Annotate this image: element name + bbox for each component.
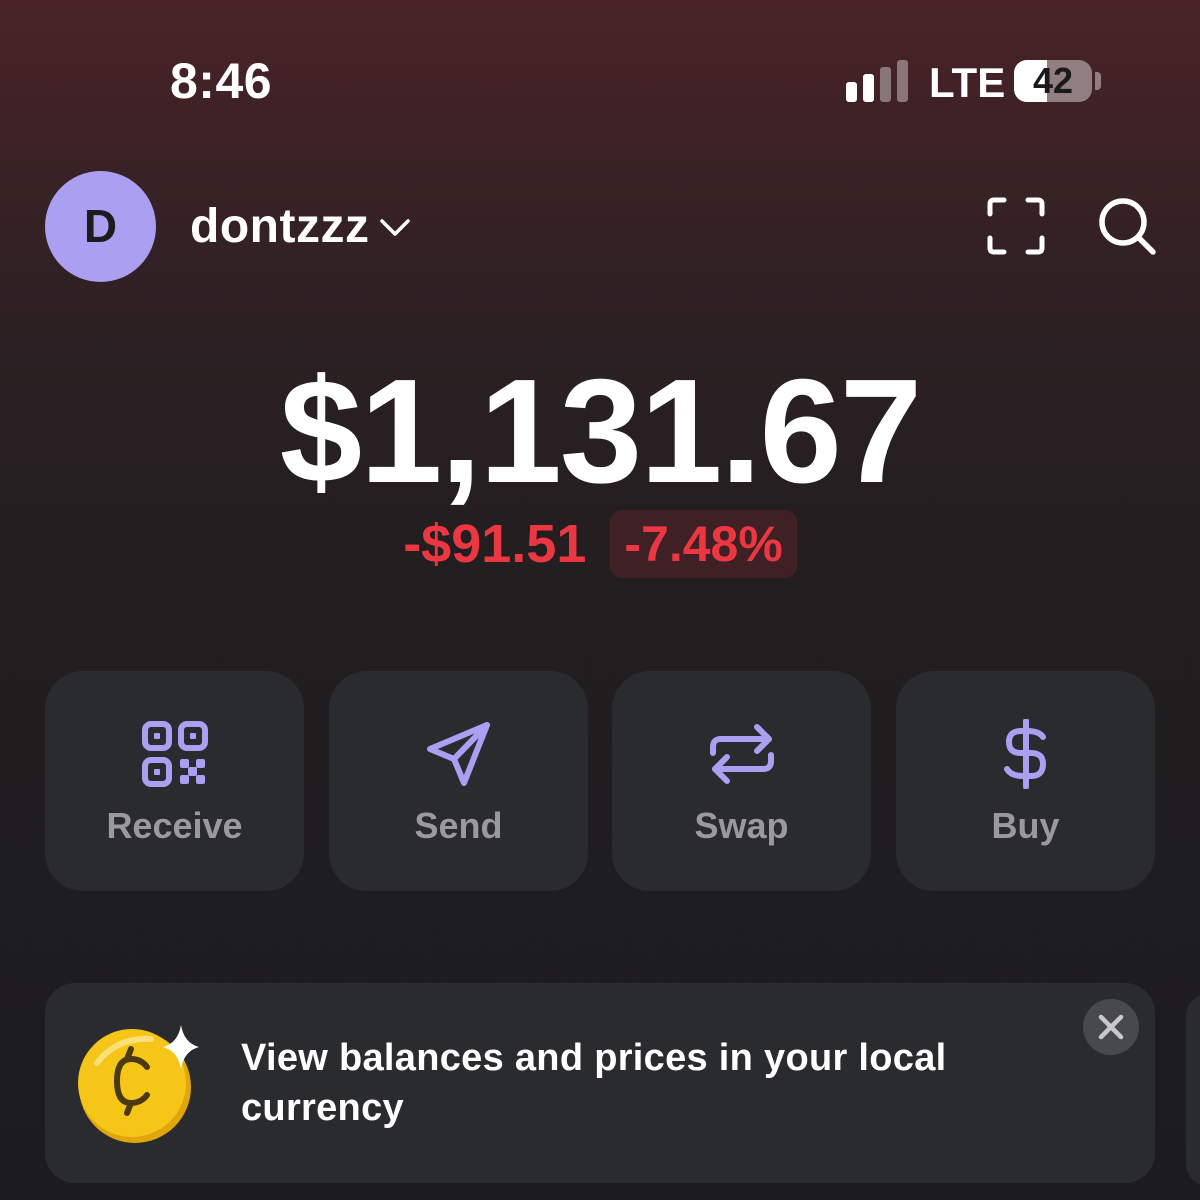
account-name: dontzzz — [190, 199, 370, 253]
send-label: Send — [414, 805, 503, 846]
close-promo-button[interactable] — [1083, 999, 1139, 1055]
local-currency-promo-card[interactable]: View balances and prices in your local c… — [45, 983, 1155, 1183]
scan-icon[interactable] — [986, 196, 1046, 256]
promo-text: View balances and prices in your local c… — [241, 1037, 947, 1129]
chevron-down-icon — [380, 219, 411, 236]
status-time: 8:46 — [170, 53, 273, 109]
receive-label: Receive — [106, 805, 243, 846]
qr-code-icon — [142, 721, 208, 787]
buy-label: Buy — [991, 805, 1060, 846]
change-amount: -$91.51 — [403, 514, 587, 574]
avatar[interactable]: D — [45, 171, 156, 282]
dollar-icon — [1004, 719, 1046, 789]
account-switcher[interactable]: dontzzz — [190, 196, 411, 256]
receive-button[interactable]: Receive — [45, 671, 304, 891]
coin-sparkle-icon — [78, 1025, 199, 1143]
change-percent-badge: -7.48% — [610, 510, 797, 578]
swap-label: Swap — [694, 805, 789, 846]
send-button[interactable]: Send — [329, 671, 588, 891]
status-bar: 8:46 LTE 42 — [0, 0, 1200, 160]
search-icon[interactable] — [1097, 196, 1157, 256]
cellular-signal-icon — [846, 60, 908, 102]
close-icon — [1098, 1014, 1124, 1040]
balance-change: -$91.51 -7.48% — [0, 510, 1200, 578]
network-type: LTE — [929, 59, 1006, 106]
swap-icon — [710, 724, 774, 784]
swap-button[interactable]: Swap — [612, 671, 871, 891]
battery-tip — [1095, 72, 1101, 90]
battery-icon: 42 — [1014, 60, 1092, 102]
battery-level: 42 — [1032, 60, 1074, 101]
next-promo-card[interactable] — [1186, 995, 1200, 1185]
total-balance: $1,131.67 — [279, 349, 922, 514]
send-icon — [427, 722, 490, 786]
buy-button[interactable]: Buy — [896, 671, 1155, 891]
